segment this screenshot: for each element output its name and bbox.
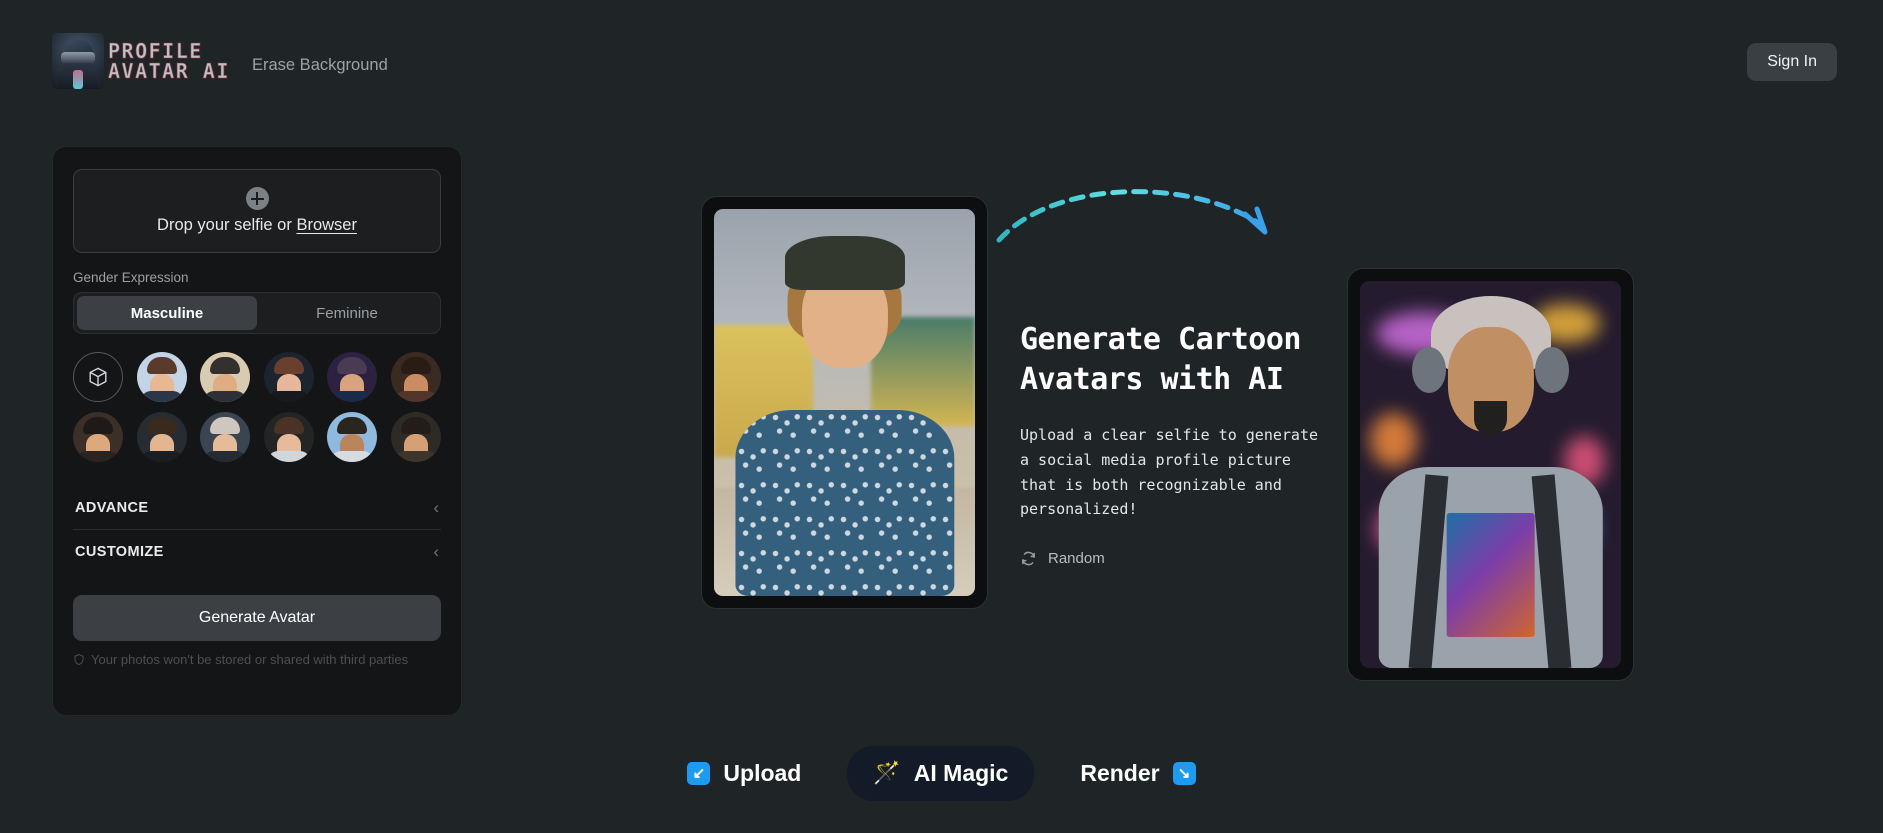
settings-accordion: ADVANCE ‹ CUSTOMIZE ‹ [73,486,441,573]
avatar-preset-1[interactable] [136,352,187,402]
gender-option-feminine[interactable]: Feminine [257,296,437,330]
arrow-down-left-icon: ↙ [687,761,711,785]
toolbar-render-label: Render [1080,759,1160,786]
accordion-customize[interactable]: CUSTOMIZE ‹ [73,529,441,573]
avatar-preset-grid [73,352,441,462]
toolbar-ai-magic-label: AI Magic [913,759,1009,786]
chevron-left-icon: ‹ [433,542,439,561]
avatar-preset-11[interactable] [390,412,441,462]
chevron-left-icon: ‹ [433,498,439,517]
accordion-advance-label: ADVANCE [75,499,149,516]
avatar-preset-2[interactable] [200,352,251,402]
avatar-preset-randomize[interactable] [73,352,124,402]
arrow-down-right-icon: ↘ [1172,761,1196,785]
bottom-toolbar: ↙ Upload 🪄 AI Magic Render ↘ [0,713,1883,833]
nav-erase-background[interactable]: Erase Background [252,56,388,75]
controls-panel: Drop your selfie or Browser Gender Expre… [52,146,462,716]
toolbar-upload[interactable]: ↙ Upload [661,746,827,801]
generated-cartoon-avatar [1360,281,1621,668]
logo-avatar-body [58,63,98,89]
dropzone-text: Drop your selfie or [157,216,297,234]
app-logo[interactable]: PROFILE AVATAR AI [52,33,230,89]
dice-icon [89,367,107,387]
random-button[interactable]: Random [1020,550,1320,567]
generate-avatar-button[interactable]: Generate Avatar [73,595,441,641]
browse-link[interactable]: Browser [296,216,357,234]
avatar-preset-7[interactable] [136,412,187,462]
dropzone-label: Drop your selfie or Browser [157,216,357,235]
avatar-preset-8[interactable] [200,412,251,462]
plus-icon [245,187,269,210]
accordion-customize-label: CUSTOMIZE [75,543,164,560]
privacy-note: Your photos won't be stored or shared wi… [73,652,441,667]
avatar-preset-6[interactable] [73,412,124,462]
magic-wand-icon: 🪄 [873,760,901,785]
avatar-preset-3[interactable] [263,352,314,402]
transform-arrow-icon [996,189,1268,243]
source-photo-card[interactable] [701,196,988,609]
accordion-advance[interactable]: ADVANCE ‹ [73,486,441,529]
random-label: Random [1048,550,1105,568]
logo-avatar-icon [52,33,104,89]
gender-expression-toggle[interactable]: Masculine Feminine [73,292,441,334]
avatar-preset-4[interactable] [327,352,378,402]
privacy-note-text: Your photos won't be stored or shared wi… [91,652,409,667]
avatar-preset-9[interactable] [263,412,314,462]
gender-expression-label: Gender Expression [73,270,189,285]
refresh-icon [1022,551,1035,566]
toolbar-ai-magic[interactable]: 🪄 AI Magic [847,745,1035,801]
logo-wordmark: PROFILE AVATAR AI [108,39,230,83]
sign-in-button[interactable]: Sign In [1747,43,1837,81]
avatar-preset-10[interactable] [327,412,378,462]
dropzone[interactable]: Drop your selfie or Browser [73,169,441,253]
toolbar-render[interactable]: Render ↘ [1054,746,1221,801]
page-subtitle: Upload a clear selfie to generate a soci… [1020,426,1319,519]
app-header: PROFILE AVATAR AI Erase Background Sign … [0,0,1883,110]
stage-copy: Generate Cartoon Avatars with AI Upload … [1020,320,1320,567]
source-selfie-photo [714,209,975,596]
logo-line-1: PROFILE [108,39,203,63]
shield-icon [74,653,84,666]
gender-option-masculine[interactable]: Masculine [77,296,257,330]
avatar-preset-5[interactable] [390,352,441,402]
logo-line-2: AVATAR AI [108,59,230,83]
page-title: Generate Cartoon Avatars with AI [1020,322,1301,397]
toolbar-upload-label: Upload [723,759,802,786]
result-photo-card[interactable] [1347,268,1634,681]
